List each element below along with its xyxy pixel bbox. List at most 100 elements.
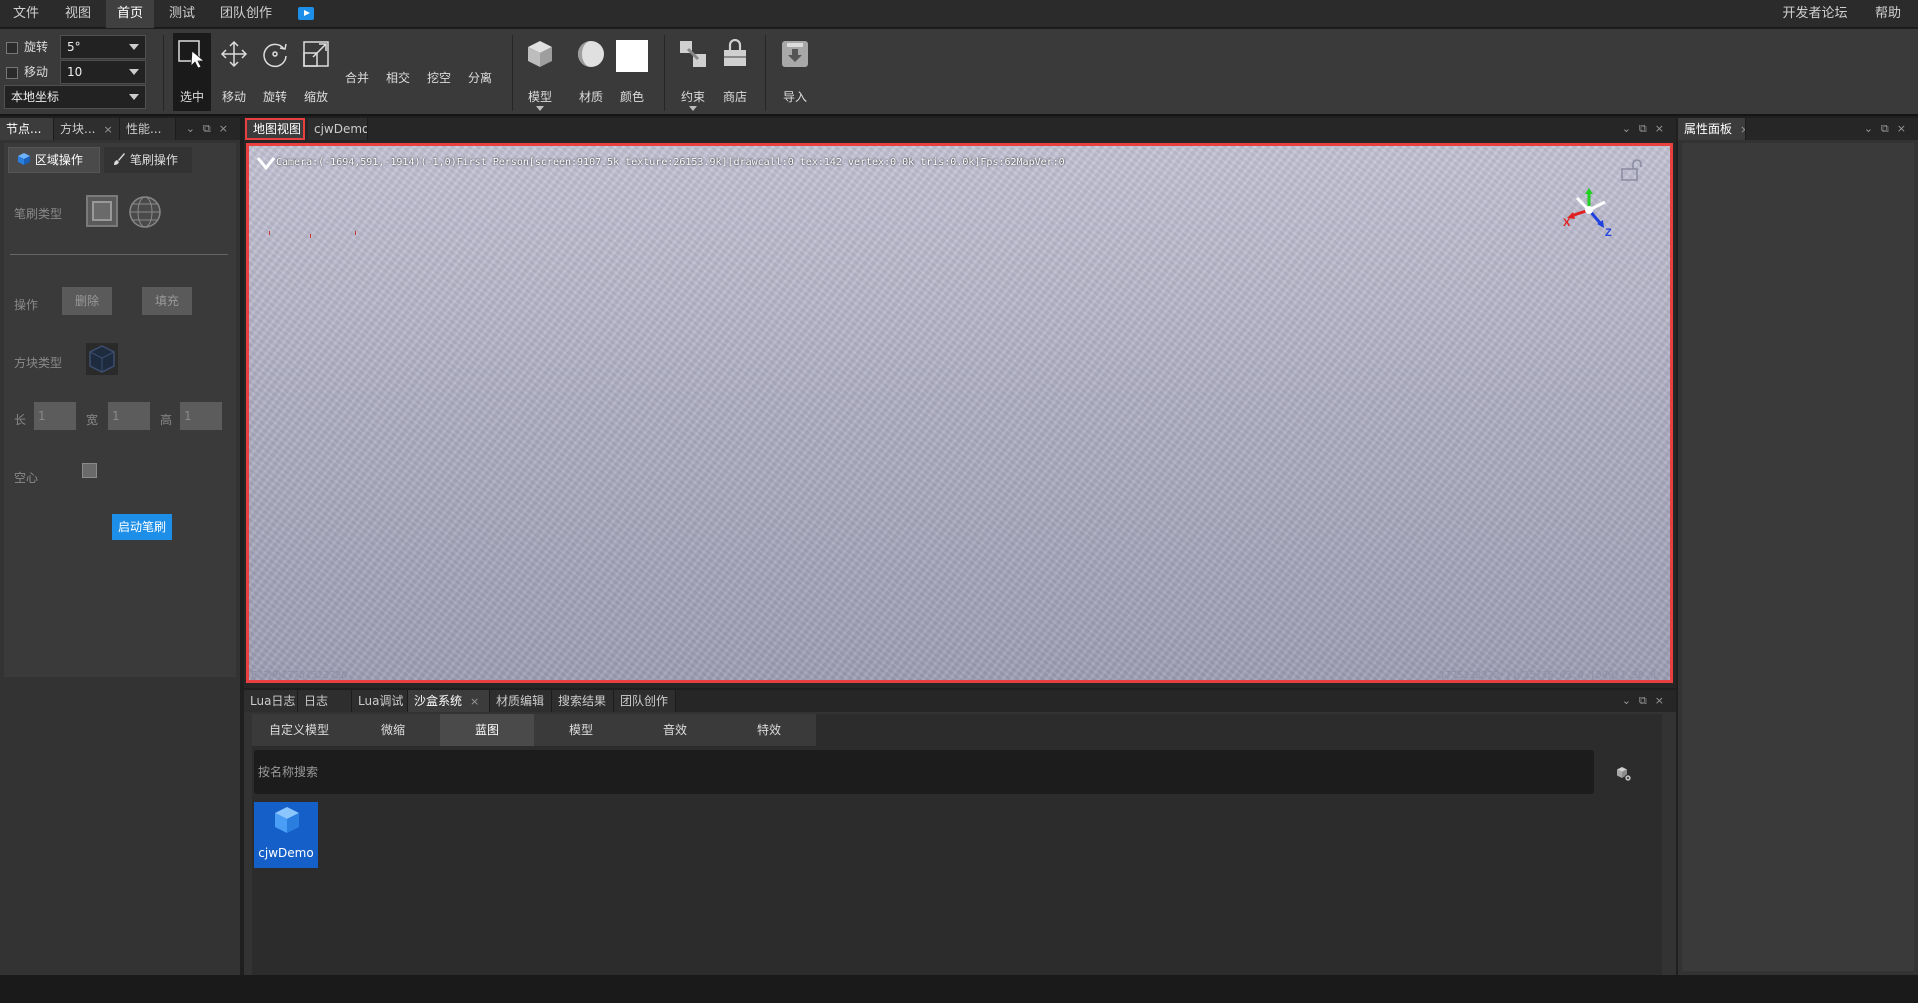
delete-button[interactable]: 删除	[62, 287, 112, 315]
tab-material-edit[interactable]: 材质编辑	[490, 690, 552, 712]
tab-team-create[interactable]: 团队创作	[614, 690, 676, 712]
subtab-area-operation[interactable]: 区域操作	[8, 147, 100, 173]
separate-button[interactable]: 分离	[461, 33, 499, 111]
color-swatch	[616, 40, 648, 72]
chevron-down-icon[interactable]	[257, 156, 275, 170]
chevron-down-icon	[129, 69, 139, 75]
tab-search-results[interactable]: 搜索结果	[552, 690, 614, 712]
chevron-down-icon[interactable]: ⌄	[1864, 122, 1881, 135]
menu-developer-forum[interactable]: 开发者论坛	[1770, 0, 1860, 28]
intersect-label: 相交	[385, 71, 410, 85]
close-icon[interactable]: ×	[1655, 694, 1672, 707]
rotate-snap-value: 5°	[67, 40, 81, 54]
brush-type-square-button[interactable]	[86, 195, 118, 227]
undock-icon[interactable]: ⧉	[1881, 122, 1897, 135]
color-button[interactable]: 颜色	[613, 33, 651, 111]
scale-tool-button[interactable]: 缩放	[297, 33, 335, 111]
tab-map-view[interactable]: 地图视图	[245, 118, 305, 140]
rotate-tool-button[interactable]: 旋转	[256, 33, 294, 111]
rotate-snap-checkbox[interactable]	[6, 41, 18, 54]
block-type-button[interactable]	[86, 343, 118, 375]
chevron-down-icon	[536, 106, 544, 111]
tab-blocks[interactable]: 方块... ×	[54, 118, 120, 140]
brush-type-sphere-button[interactable]	[128, 195, 162, 229]
globe-icon	[129, 196, 161, 228]
chevron-down-icon[interactable]: ⌄	[1622, 122, 1639, 135]
chevron-down-icon[interactable]: ⌄	[186, 122, 203, 135]
move-snap-dropdown[interactable]: 10	[60, 60, 146, 84]
chevron-down-icon[interactable]: ⌄	[1622, 694, 1639, 707]
brush-type-label: 笔刷类型	[14, 207, 63, 221]
subtab-blueprint[interactable]: 蓝图	[440, 714, 534, 746]
hollow-checkbox[interactable]	[82, 463, 97, 478]
subtab-miniature[interactable]: 微缩	[346, 714, 440, 746]
import-button[interactable]: 导入	[776, 33, 814, 111]
undock-icon[interactable]: ⧉	[203, 122, 219, 135]
height-label: 高	[160, 413, 173, 427]
close-icon[interactable]: ×	[1740, 123, 1745, 136]
coordinate-space-dropdown[interactable]: 本地坐标	[4, 85, 146, 109]
play-video-icon[interactable]	[298, 7, 314, 20]
asset-tile-cjwdemo[interactable]: cjwDemo	[254, 802, 318, 868]
undock-icon[interactable]: ⧉	[1639, 694, 1655, 707]
height-input[interactable]: 1	[180, 402, 222, 430]
bottom-panel-tabstrip: Lua日志 日志 Lua调试 沙盒系统 × 材质编辑 搜索结果 团队创作 ⌄⧉×	[244, 690, 1676, 712]
subtab-brush-operation[interactable]: 笔刷操作	[104, 147, 192, 173]
length-input[interactable]: 1	[34, 402, 76, 430]
menu-file[interactable]: 文件	[4, 0, 48, 28]
tab-log[interactable]: 日志	[298, 690, 352, 712]
tab-performance[interactable]: 性能...	[120, 118, 176, 140]
rotate-snap-dropdown[interactable]: 5°	[60, 35, 146, 59]
asset-name-label: cjwDemo	[258, 846, 314, 860]
cube-settings-icon[interactable]	[1616, 766, 1632, 782]
select-tool-button[interactable]: 选中	[173, 33, 211, 111]
tab-lua-debug[interactable]: Lua调试	[352, 690, 408, 712]
merge-button[interactable]: 合并	[338, 33, 376, 111]
merge-label: 合并	[344, 71, 369, 85]
subtab-model[interactable]: 模型	[534, 714, 628, 746]
close-icon[interactable]: ×	[470, 695, 479, 708]
menu-team-create[interactable]: 团队创作	[214, 0, 278, 28]
close-icon[interactable]: ×	[1655, 122, 1672, 135]
cursor-arrow-icon	[178, 40, 206, 69]
material-button[interactable]: 材质	[572, 33, 610, 111]
hollow-button[interactable]: 挖空	[420, 33, 458, 111]
coordinate-space-value: 本地坐标	[11, 90, 60, 104]
tab-nodes[interactable]: 节点...	[0, 118, 54, 140]
scene-viewport[interactable]: Camera:(-1694,591,-1914)(-1,0)First Pers…	[246, 143, 1673, 683]
start-brush-button[interactable]: 启动笔刷	[112, 514, 172, 540]
unlock-icon[interactable]	[1620, 158, 1644, 182]
fill-button[interactable]: 填充	[142, 287, 192, 315]
model-button[interactable]: 模型	[521, 33, 559, 111]
intersect-button[interactable]: 相交	[379, 33, 417, 111]
rotate-snap-row: 旋转	[6, 38, 48, 60]
subtab-custom-model[interactable]: 自定义模型	[252, 714, 346, 746]
blue-cube-icon	[18, 153, 30, 165]
close-icon[interactable]: ×	[219, 122, 236, 135]
tab-sandbox-system[interactable]: 沙盒系统 ×	[408, 690, 490, 712]
tab-properties[interactable]: 属性面板 ×	[1678, 118, 1746, 140]
move-snap-checkbox[interactable]	[6, 66, 18, 79]
panel-window-controls: ⌄⧉×	[1622, 690, 1672, 712]
subtab-sound[interactable]: 音效	[628, 714, 722, 746]
width-input[interactable]: 1	[108, 402, 150, 430]
divider	[765, 35, 766, 111]
menu-test[interactable]: 测试	[160, 0, 204, 28]
subtab-effects[interactable]: 特效	[722, 714, 816, 746]
constraint-button[interactable]: 约束	[674, 33, 712, 111]
undock-icon[interactable]: ⧉	[1639, 122, 1655, 135]
axis-gizmo-icon[interactable]: X Z	[1561, 186, 1617, 238]
move-tool-button[interactable]: 移动	[215, 33, 253, 111]
menu-home[interactable]: 首页	[106, 0, 154, 28]
axis-z-label: Z	[1605, 227, 1612, 238]
tab-lua-log[interactable]: Lua日志	[244, 690, 298, 712]
store-button[interactable]: 商店	[716, 33, 754, 111]
close-icon[interactable]: ×	[103, 123, 112, 136]
close-icon[interactable]: ×	[1897, 122, 1914, 135]
menu-help[interactable]: 帮助	[1864, 0, 1912, 28]
menu-view[interactable]: 视图	[58, 0, 98, 28]
ribbon-toolbar: 旋转 5° 移动 10 本地坐标 选中 移动 旋转 缩放 合并 相交 挖空 分离…	[0, 29, 1918, 116]
search-input[interactable]: 按名称搜索	[254, 750, 1594, 794]
tab-sandbox-system-label: 沙盒系统	[414, 694, 463, 708]
tab-cjwdemo[interactable]: cjwDemo	[308, 118, 368, 140]
